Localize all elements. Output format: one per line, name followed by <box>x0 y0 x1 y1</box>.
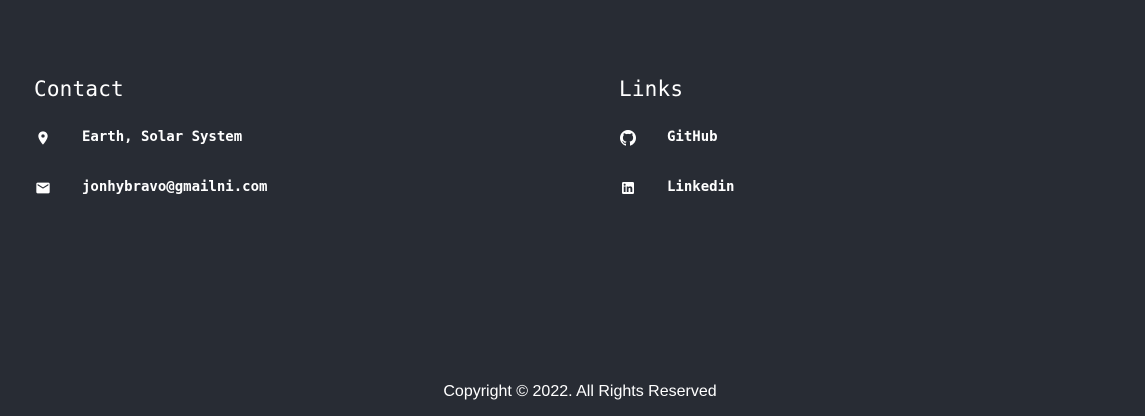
github-icon[interactable] <box>619 129 637 147</box>
github-link-item: GitHub <box>619 126 718 148</box>
copyright-text: Copyright © 2022. All Rights Reserved <box>443 383 717 400</box>
links-section: Links GitHub Linkedin <box>619 74 1139 195</box>
contact-email-text: jonhybravo@gmailni.com <box>82 179 268 195</box>
contact-location-item: Earth, Solar System <box>34 126 242 148</box>
location-pin-icon <box>34 129 52 147</box>
contact-section: Contact Earth, Solar System jonhybravo@g… <box>34 74 554 195</box>
contact-location-text: Earth, Solar System <box>82 129 243 145</box>
site-footer: Contact Earth, Solar System jonhybravo@g… <box>0 0 1145 416</box>
linkedin-link[interactable]: Linkedin <box>667 176 734 198</box>
github-link[interactable]: GitHub <box>667 126 718 148</box>
contact-title: Contact <box>34 77 124 101</box>
linkedin-link-item: Linkedin <box>619 176 734 198</box>
linkedin-icon[interactable] <box>619 179 637 197</box>
email-icon <box>34 179 52 197</box>
links-title: Links <box>619 77 684 101</box>
contact-email-item: jonhybravo@gmailni.com <box>34 176 267 198</box>
